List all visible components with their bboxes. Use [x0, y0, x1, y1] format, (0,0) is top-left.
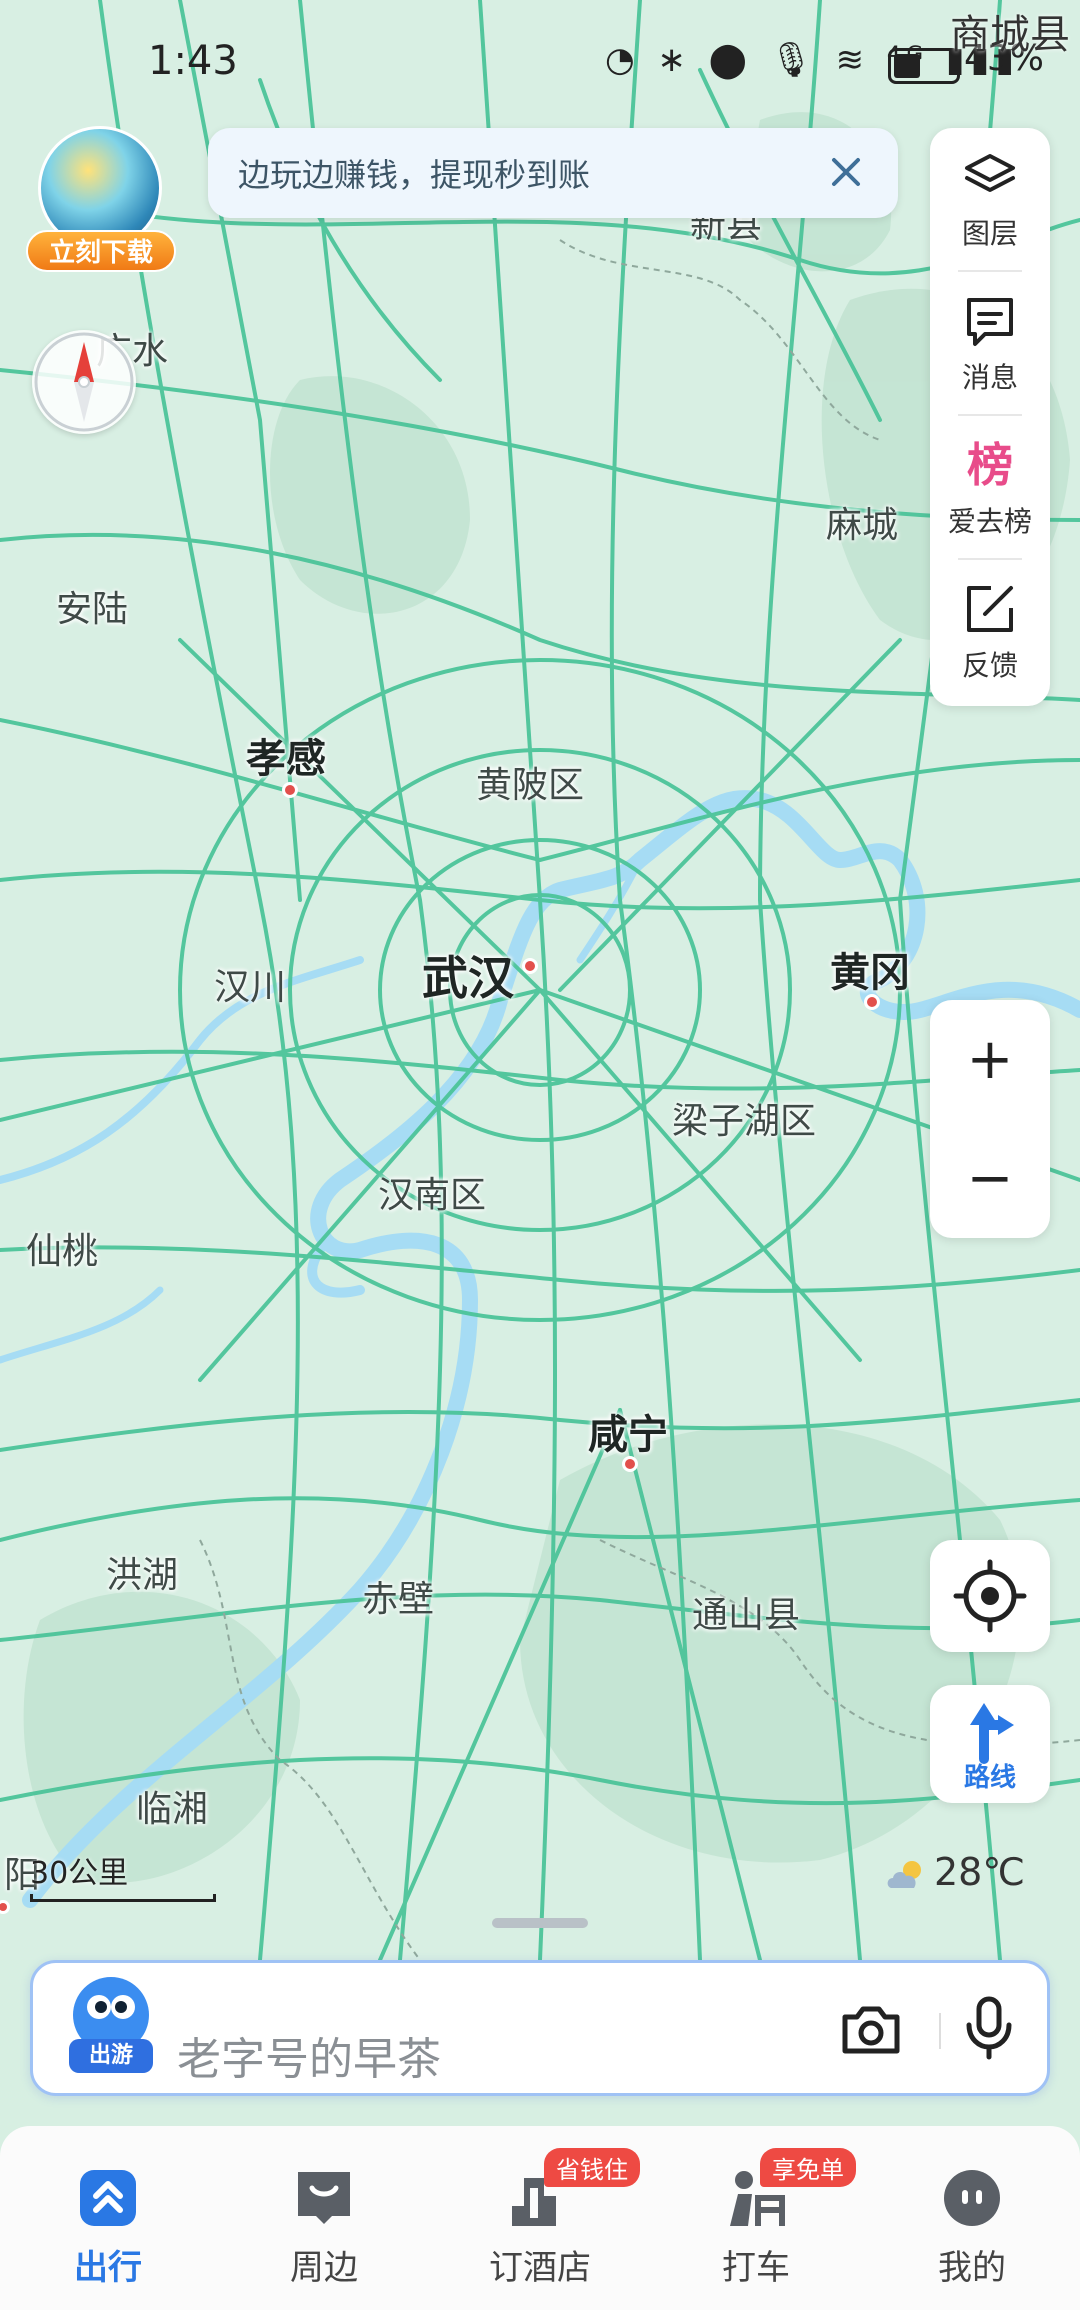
promo-banner[interactable]: 边玩边赚钱，提现秒到账 — [208, 128, 898, 218]
mascot-tag: 出游 — [69, 2039, 153, 2073]
route-button[interactable]: 路线 — [930, 1685, 1050, 1803]
map-canvas[interactable] — [0, 0, 1080, 1962]
map-label-shangcheng[interactable]: 商城县 — [950, 2, 1070, 60]
map-label-hanchuan[interactable]: 汉川 — [214, 958, 286, 1010]
nav-label: 周边 — [290, 2248, 358, 2288]
feedback-label: 反馈 — [961, 649, 1018, 682]
nearby-icon — [298, 2172, 350, 2224]
zoom-out-button[interactable]: − — [930, 1119, 1050, 1238]
zoom-in-button[interactable]: + — [930, 1000, 1050, 1119]
nav-tab-profile[interactable]: 我的 — [902, 2156, 1042, 2296]
feedback-icon — [967, 586, 1013, 632]
map-scale: 30公里 — [30, 1848, 216, 1902]
map-label-xianning[interactable]: 咸宁 — [588, 1402, 668, 1460]
microphone-icon[interactable] — [961, 1993, 1017, 2063]
locate-icon — [953, 1559, 1027, 1633]
status-bar: 1:43 ◔ ∗ ⬤ 🎙 ≋ ⁴ᴳ ▮▮▮ 43% — [0, 30, 1080, 100]
map-label-tongshan[interactable]: 通山县 — [692, 1586, 800, 1638]
nav-label: 打车 — [722, 2248, 790, 2288]
close-icon[interactable] — [820, 146, 872, 198]
camera-icon[interactable] — [839, 2001, 903, 2057]
messages-label: 消息 — [961, 361, 1018, 394]
nav-tab-hotel[interactable]: 订酒店 省钱住 — [470, 2148, 640, 2296]
map-label-huangpi[interactable]: 黄陂区 — [476, 756, 584, 808]
map-tool-panel: 图层 消息 榜 爱去榜 反馈 — [930, 128, 1050, 706]
map-label-hannan[interactable]: 汉南区 — [378, 1166, 486, 1218]
promo-text: 边玩边赚钱，提现秒到账 — [238, 156, 591, 194]
weather-temperature: 28℃ — [934, 1850, 1026, 1894]
map-view[interactable]: 新县 广水 麻城 安陆 孝感 黄陂区 武汉 汉川 黄冈 梁子湖区 汉南区 仙桃 … — [0, 0, 1080, 1962]
map-label-xiaogan[interactable]: 孝感 — [246, 726, 326, 784]
weather-widget[interactable]: 28℃ — [884, 1850, 1025, 1894]
map-label-anlu[interactable]: 安陆 — [56, 580, 128, 632]
download-now-button[interactable]: 立刻下载 — [26, 230, 176, 272]
game-ad-widget[interactable]: 立刻下载 — [26, 126, 176, 276]
route-label: 路线 — [963, 1763, 1016, 1793]
city-dot-xianning — [622, 1456, 638, 1472]
map-label-chibi[interactable]: 赤壁 — [362, 1570, 434, 1622]
city-dot-wuhan — [522, 958, 538, 974]
city-dot-huanggang — [864, 994, 880, 1010]
cloudy-icon — [887, 1860, 921, 1888]
nav-tab-taxi[interactable]: 打车 享免单 — [686, 2148, 856, 2296]
ranking-icon: 榜 — [967, 438, 1013, 492]
ranking-label: 爱去榜 — [947, 505, 1032, 538]
travel-icon — [80, 2170, 136, 2226]
sheet-drag-handle[interactable] — [492, 1918, 588, 1928]
map-label-xiantao[interactable]: 仙桃 — [26, 1222, 98, 1274]
taxi-badge: 享免单 — [760, 2148, 856, 2187]
map-label-macheng[interactable]: 麻城 — [826, 496, 898, 548]
travel-mascot-button[interactable]: 出游 — [69, 1977, 153, 2073]
map-label-liangzihu[interactable]: 梁子湖区 — [672, 1092, 816, 1144]
map-label-huanggang[interactable]: 黄冈 — [830, 940, 910, 998]
status-time: 1:43 — [148, 38, 238, 84]
map-label-linxiang[interactable]: 临湘 — [136, 1780, 208, 1832]
feedback-button[interactable]: 反馈 — [930, 560, 1050, 704]
nav-tab-nearby[interactable]: 周边 — [254, 2156, 394, 2296]
nav-label: 出行 — [74, 2248, 142, 2288]
messages-button[interactable]: 消息 — [930, 272, 1050, 416]
search-bar[interactable]: 出游 老字号的早茶 — [30, 1960, 1050, 2096]
nav-label: 订酒店 — [489, 2248, 591, 2288]
message-icon — [967, 298, 1013, 346]
scale-bar — [30, 1894, 216, 1902]
battery-fill — [894, 54, 920, 78]
divider — [939, 2013, 941, 2049]
locate-me-button[interactable] — [930, 1540, 1050, 1652]
city-dot-xiaogan — [282, 782, 298, 798]
ranking-button[interactable]: 榜 爱去榜 — [930, 416, 1050, 560]
layers-label: 图层 — [961, 217, 1018, 250]
compass-button[interactable] — [32, 330, 136, 434]
layers-button[interactable]: 图层 — [930, 128, 1050, 272]
map-label-honghu[interactable]: 洪湖 — [106, 1546, 178, 1598]
nav-label: 我的 — [938, 2248, 1006, 2288]
zoom-control: + − — [930, 1000, 1050, 1238]
scale-label: 30公里 — [30, 1856, 129, 1891]
map-label-wuhan[interactable]: 武汉 — [422, 942, 514, 1008]
profile-icon — [944, 2170, 1000, 2226]
hotel-badge: 省钱住 — [544, 2148, 640, 2187]
layers-icon — [965, 154, 1015, 192]
bottom-nav: 出行 周边 订酒店 省钱住 打车 享免单 我的 — [0, 2126, 1080, 2310]
search-input[interactable]: 老字号的早茶 — [177, 2023, 441, 2087]
compass-icon — [34, 332, 134, 432]
nav-tab-travel[interactable]: 出行 — [38, 2156, 178, 2296]
